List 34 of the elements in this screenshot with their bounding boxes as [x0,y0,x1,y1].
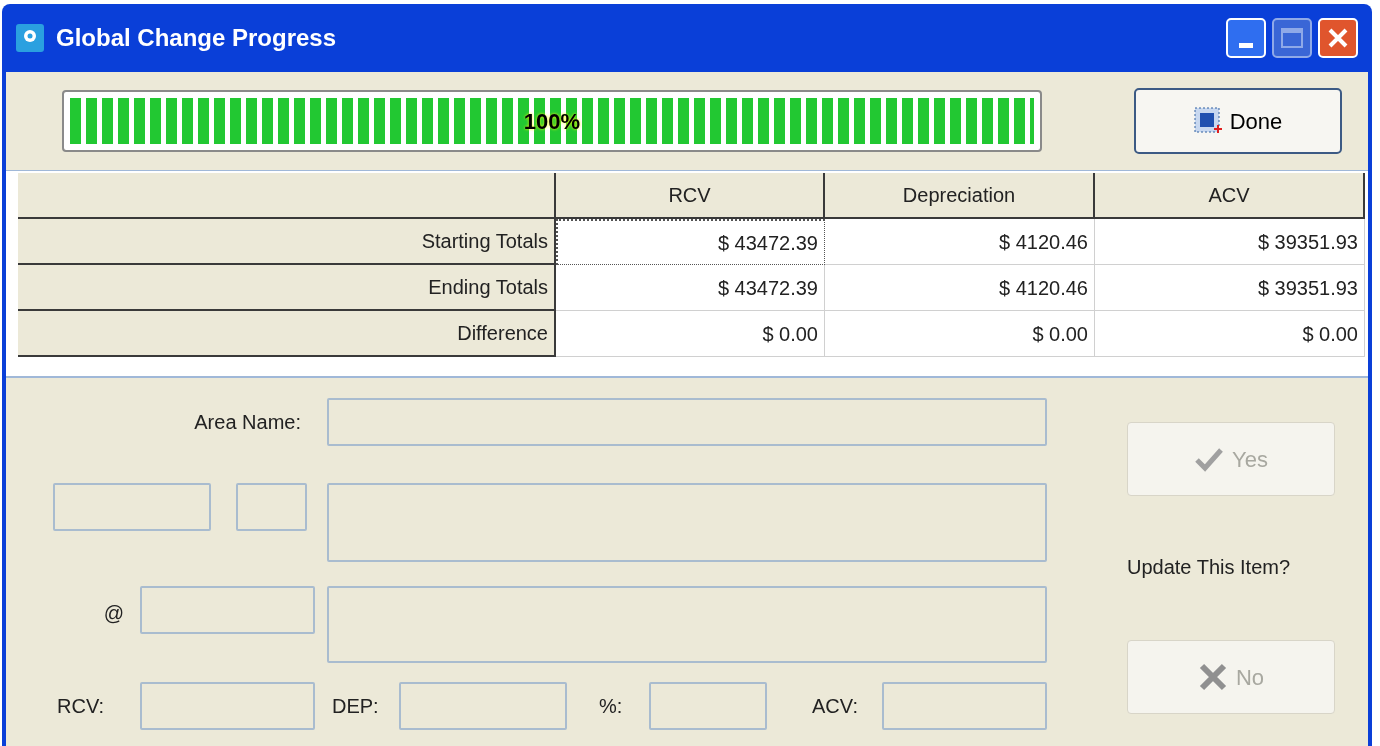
table-cell: $ 4120.46 [825,265,1095,311]
row-header: Ending Totals [18,265,556,311]
field-label: ACV: [812,694,859,719]
table-cell: $ 0.00 [825,311,1095,357]
minimize-button[interactable] [1226,18,1266,58]
field-label: DEP: [332,694,380,719]
column-header: ACV [1095,173,1365,219]
table-cell: $ 43472.39 [556,219,825,265]
maximize-button[interactable] [1272,18,1312,58]
cross-icon [1197,662,1228,692]
window-title: Global Change Progress [56,23,338,53]
field-label: %: [599,694,624,719]
app-icon [16,24,44,52]
close-icon [1327,27,1349,49]
table-cell: $ 0.00 [556,311,825,357]
prompt-text: Update This Item? [1127,555,1292,580]
table-cell: $ 4120.46 [825,219,1095,265]
done-button[interactable]: Done [1134,88,1342,154]
table-cell: $ 39351.93 [1095,265,1365,311]
field-label: Area Name: [193,410,301,435]
table-cell: $ 39351.93 [1095,219,1365,265]
maximize-icon [1281,28,1303,48]
minimize-icon [1239,43,1253,48]
field-label: @ [102,601,124,626]
checkmark-icon [1194,446,1225,472]
table-cell: $ 0.00 [1095,311,1365,357]
column-header: RCV [556,173,825,219]
document-icon [1193,107,1222,135]
field-label: RCV: [57,694,106,719]
table-cell: $ 43472.39 [556,265,825,311]
column-header: Depreciation [825,173,1095,219]
row-header: Starting Totals [18,219,556,265]
row-header: Difference [18,311,556,357]
close-button[interactable] [1318,18,1358,58]
